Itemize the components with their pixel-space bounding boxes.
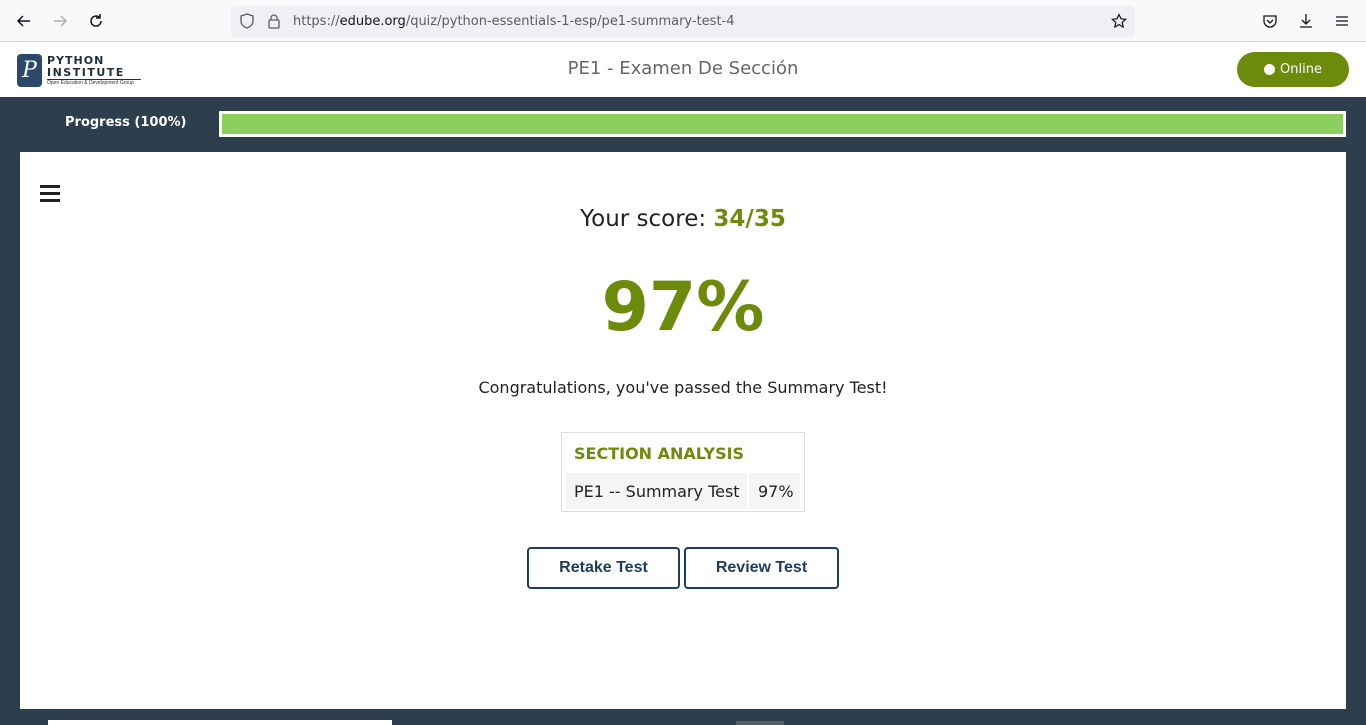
cell-divider	[747, 473, 749, 509]
menu-icon[interactable]	[40, 185, 60, 203]
site-header: P PYTHON INSTITUTE Open Education & Deve…	[0, 42, 1366, 97]
review-test-button[interactable]: Review Test	[684, 547, 839, 589]
results-card: Your score: 34/35 97% Congratulations, y…	[20, 152, 1346, 709]
bottom-scroll-strip	[48, 720, 392, 725]
bookmark-star-icon[interactable]	[1111, 13, 1127, 29]
score-percent: 97%	[601, 268, 765, 347]
address-bar[interactable]: https://edube.org/quiz/python-essentials…	[231, 6, 1135, 37]
section-percent: 97%	[758, 482, 794, 501]
reload-icon[interactable]	[84, 9, 108, 33]
bottom-scroll-thumb	[736, 721, 784, 725]
retake-test-button[interactable]: Retake Test	[527, 547, 680, 589]
section-name: PE1 -- Summary Test	[574, 482, 740, 501]
score-value: 34/35	[713, 206, 786, 232]
shield-icon[interactable]	[239, 13, 255, 29]
status-dot-icon	[1264, 64, 1276, 75]
browser-toolbar: https://edube.org/quiz/python-essentials…	[0, 0, 1366, 42]
online-status-label: Online	[1280, 62, 1322, 77]
progress-label: Progress (100%)	[65, 115, 187, 130]
pocket-icon[interactable]	[1258, 9, 1282, 33]
forward-arrow-icon[interactable]	[48, 9, 72, 33]
result-message: Congratulations, you've passed the Summa…	[478, 378, 888, 397]
page-title: PE1 - Examen De Sección	[567, 58, 799, 79]
progress-bar	[219, 111, 1346, 137]
score-prefix: Your score:	[580, 206, 714, 232]
lock-icon[interactable]	[266, 13, 282, 29]
progress-bar-fill	[222, 114, 1343, 134]
section-analysis-table: SECTION ANALYSIS PE1 -- Summary Test 97%	[561, 432, 805, 512]
online-status-button[interactable]: Online	[1237, 52, 1349, 87]
score-line: Your score: 34/35	[20, 206, 1346, 232]
logo-tagline: Open Education & Development Group	[47, 80, 134, 86]
download-icon[interactable]	[1294, 9, 1318, 33]
section-analysis-heading: SECTION ANALYSIS	[574, 444, 745, 463]
back-arrow-icon[interactable]	[12, 9, 36, 33]
table-row: PE1 -- Summary Test 97%	[566, 473, 800, 509]
hamburger-menu-icon[interactable]	[1330, 9, 1354, 33]
url-text[interactable]: https://edube.org/quiz/python-essentials…	[293, 14, 735, 29]
